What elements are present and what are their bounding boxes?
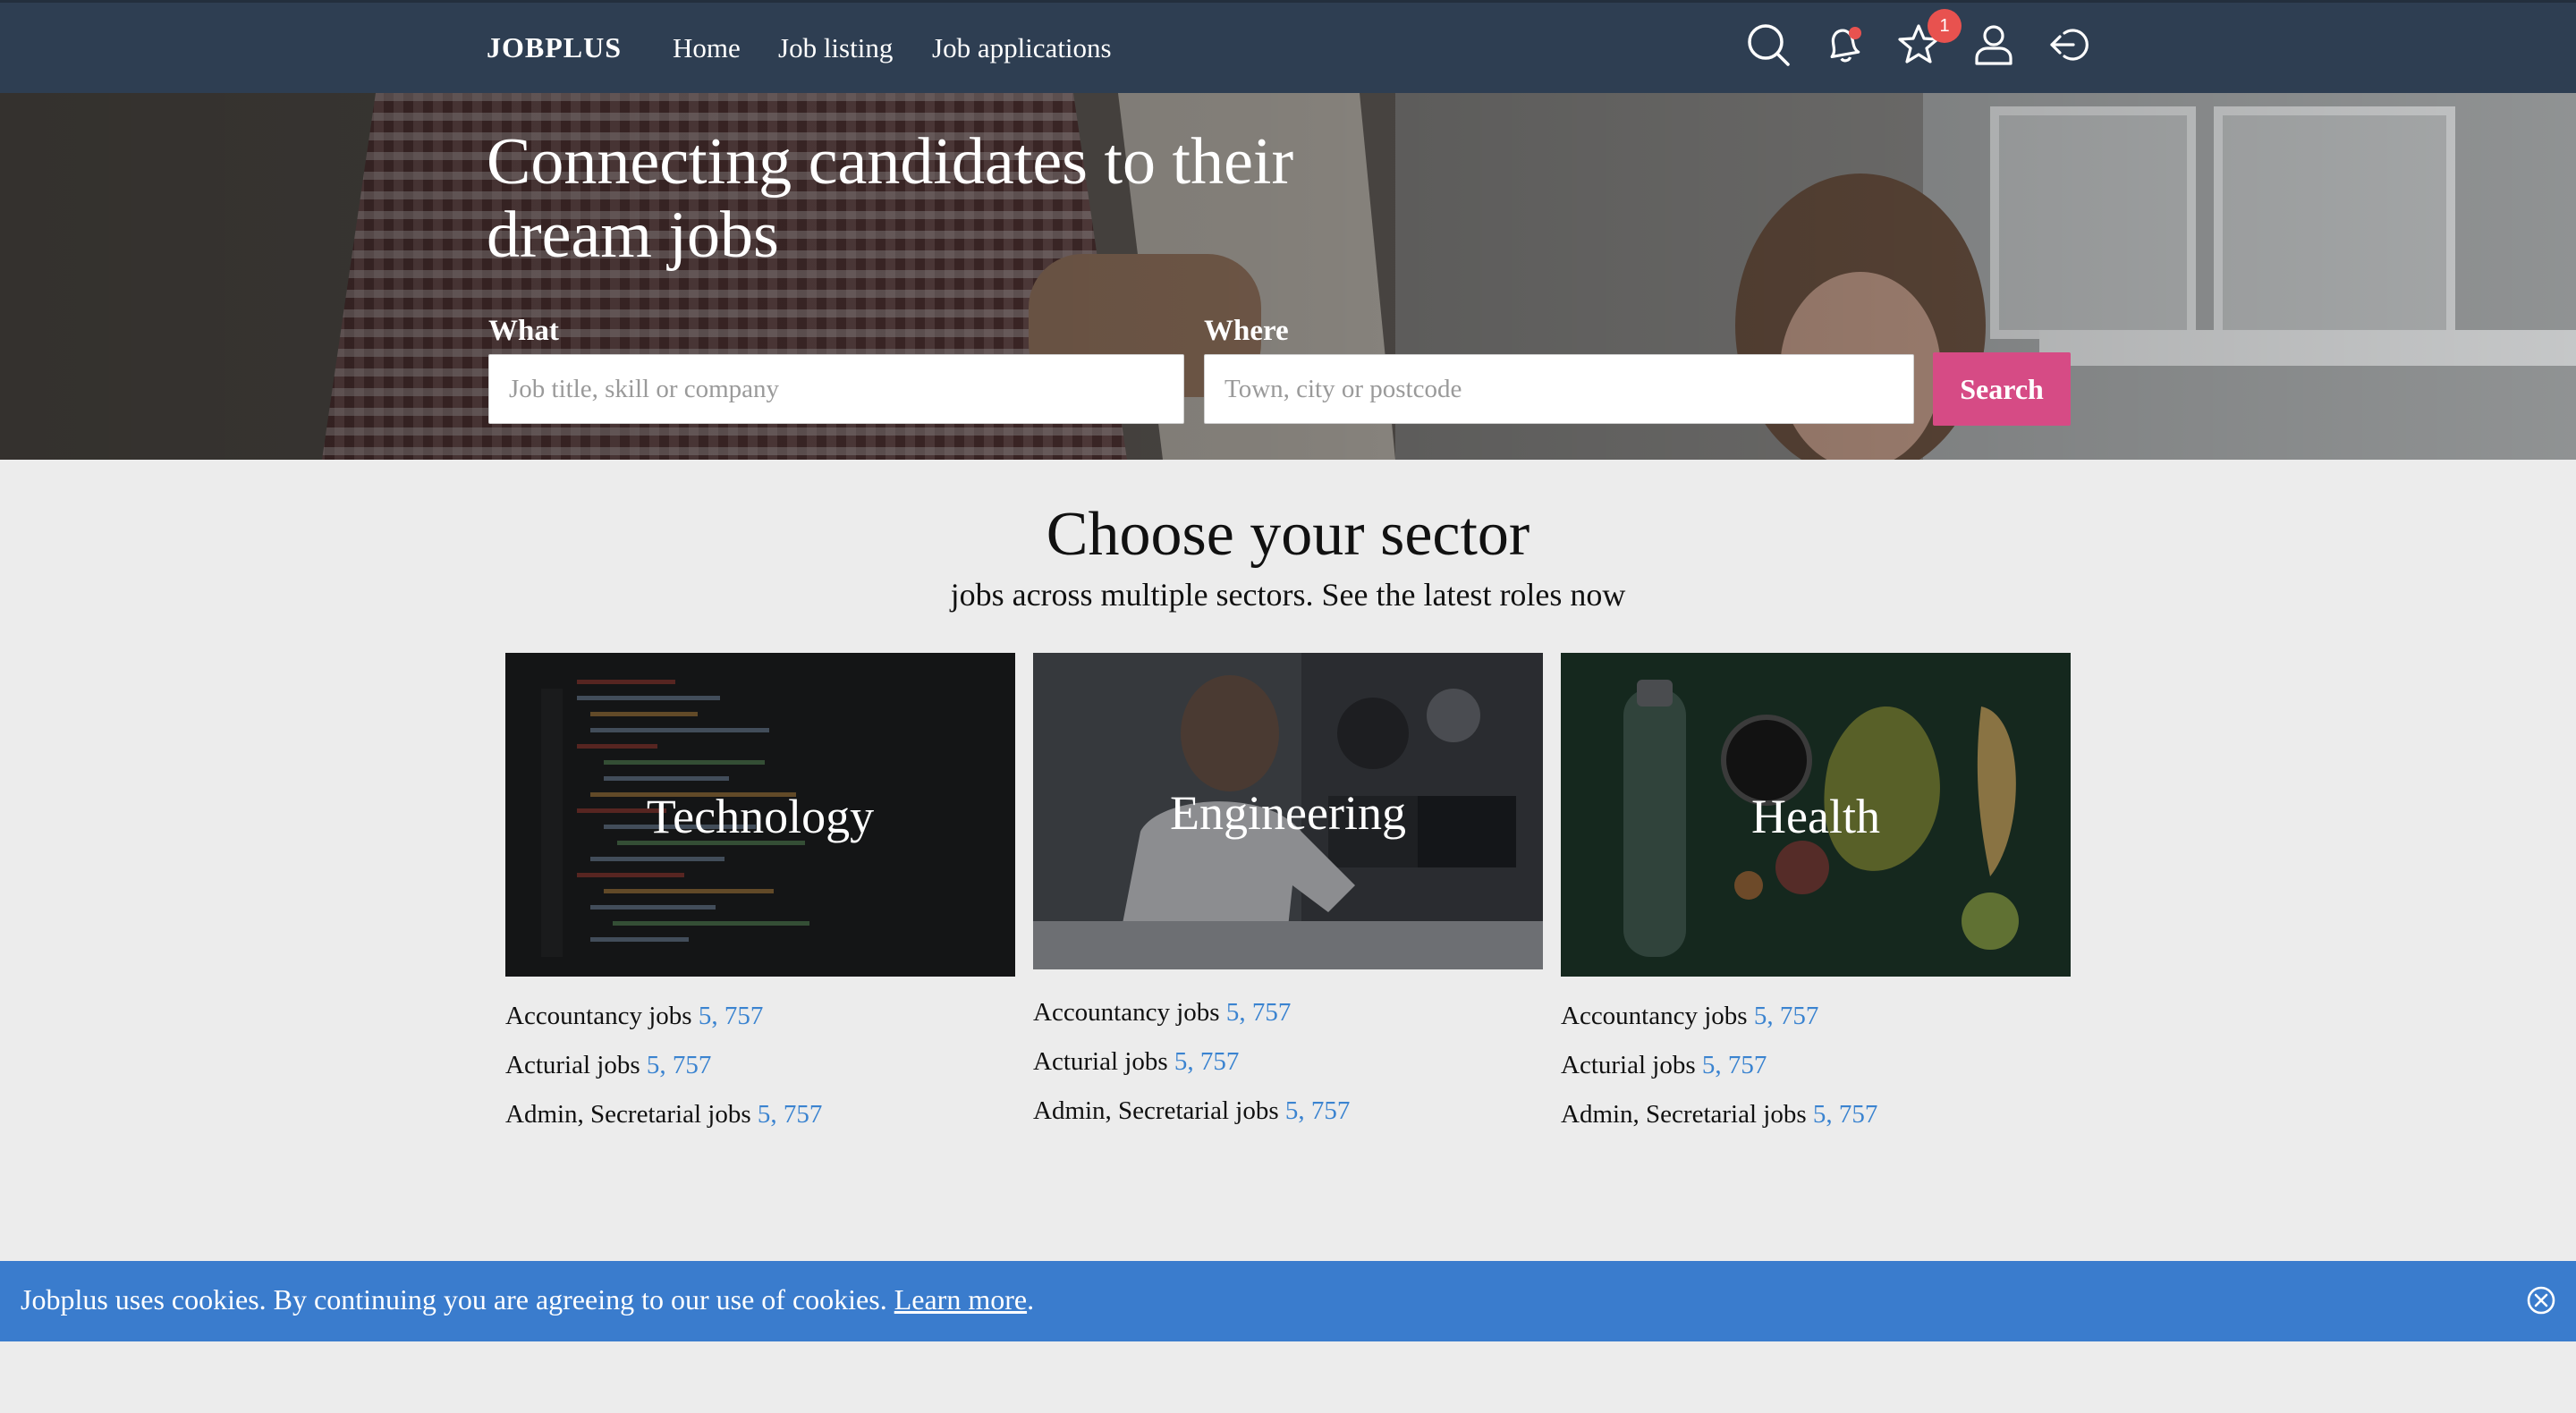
cookie-message: Jobplus uses cookies. By continuing you … [21, 1283, 1034, 1316]
list-item[interactable]: Admin, Secretarial jobs 5, 757 [1561, 1100, 1877, 1130]
search-icon[interactable] [1744, 21, 1792, 69]
job-category-label: Admin, Secretarial jobs [1561, 1100, 1807, 1129]
job-count: 5, 757 [646, 1051, 712, 1079]
job-category-label: Acturial jobs [1033, 1047, 1168, 1076]
list-item[interactable]: Accountancy jobs 5, 757 [1033, 998, 1291, 1028]
job-count: 5, 757 [1753, 1002, 1819, 1030]
job-category-label: Acturial jobs [1561, 1051, 1696, 1079]
job-count: 5, 757 [1284, 1096, 1351, 1125]
list-item[interactable]: Acturial jobs 5, 757 [1033, 1047, 1239, 1077]
list-item[interactable]: Acturial jobs 5, 757 [505, 1051, 711, 1080]
where-label: Where [1204, 315, 1289, 347]
job-count: 5, 757 [1174, 1047, 1240, 1076]
job-category-label: Acturial jobs [505, 1051, 640, 1079]
nav-link-job-listing[interactable]: Job listing [778, 32, 893, 64]
sector-card-health[interactable]: Health [1561, 653, 2071, 977]
cookie-period: . [1027, 1283, 1035, 1316]
job-count: 5, 757 [1701, 1051, 1767, 1079]
job-category-label: Admin, Secretarial jobs [1033, 1096, 1279, 1125]
favorites-count-badge: 1 [1928, 9, 1962, 43]
job-category-label: Admin, Secretarial jobs [505, 1100, 751, 1129]
sector-card-label: Technology [646, 790, 875, 843]
job-count: 5, 757 [757, 1100, 823, 1129]
nav-link-home[interactable]: Home [673, 32, 741, 64]
user-icon[interactable] [1970, 21, 2018, 69]
close-icon[interactable] [2525, 1284, 2557, 1316]
job-count: 5, 757 [1225, 998, 1292, 1027]
sector-card-technology[interactable]: Technology [505, 653, 1015, 977]
top-navbar: JOBPLUS Home Job listing Job application… [0, 0, 2576, 93]
nav-link-job-applications[interactable]: Job applications [932, 32, 1112, 64]
sector-section-subtitle: jobs across multiple sectors. See the la… [950, 577, 1626, 613]
cookie-banner: Jobplus uses cookies. By continuing you … [0, 1261, 2576, 1341]
list-item[interactable]: Admin, Secretarial jobs 5, 757 [505, 1100, 822, 1130]
list-item[interactable]: Admin, Secretarial jobs 5, 757 [1033, 1096, 1350, 1126]
list-item[interactable]: Acturial jobs 5, 757 [1561, 1051, 1767, 1080]
sector-card-label: Engineering [1170, 786, 1406, 840]
hero-banner: Connecting candidates to their dream job… [0, 93, 2576, 460]
bell-icon[interactable] [1819, 21, 1868, 69]
logout-icon[interactable] [2045, 21, 2093, 69]
what-search-input[interactable] [488, 354, 1184, 424]
hero-title: Connecting candidates to their dream job… [487, 125, 1294, 272]
cookie-text: Jobplus uses cookies. By continuing you … [21, 1283, 887, 1316]
list-item[interactable]: Accountancy jobs 5, 757 [505, 1002, 763, 1031]
job-category-label: Accountancy jobs [1033, 998, 1220, 1027]
job-count: 5, 757 [698, 1002, 764, 1030]
learn-more-link[interactable]: Learn more [894, 1283, 1027, 1316]
job-category-label: Accountancy jobs [505, 1002, 692, 1030]
job-category-label: Accountancy jobs [1561, 1002, 1748, 1030]
what-label: What [488, 315, 559, 347]
search-button[interactable]: Search [1933, 352, 2071, 426]
job-count: 5, 757 [1812, 1100, 1878, 1129]
list-item[interactable]: Accountancy jobs 5, 757 [1561, 1002, 1818, 1031]
brand-logo[interactable]: JOBPLUS [487, 31, 622, 64]
sector-section-title: Choose your sector [1046, 500, 1530, 569]
where-location-input[interactable] [1204, 354, 1914, 424]
sector-card-engineering[interactable]: Engineering [1033, 653, 1543, 969]
sector-card-label: Health [1751, 790, 1880, 843]
